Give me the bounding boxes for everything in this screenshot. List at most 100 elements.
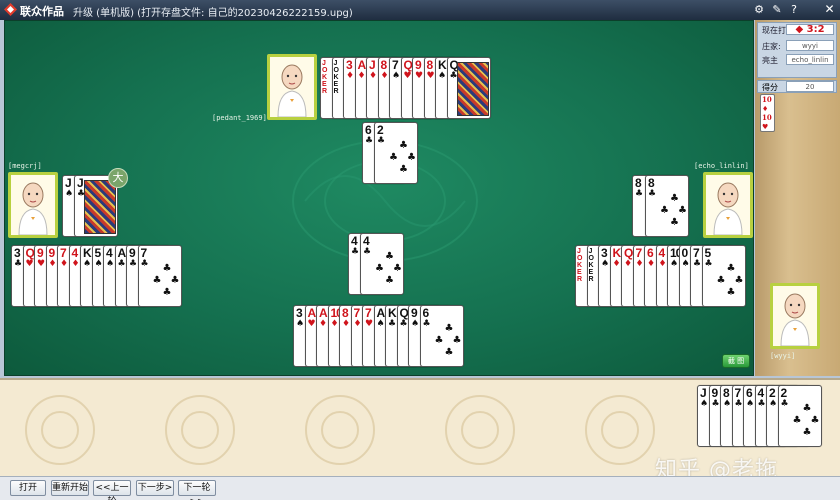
card-rank: 7 [693,246,700,260]
card-rank: 2 [769,386,776,400]
card-suit-icon: ♠ [94,259,103,269]
play-top: 6 ♣ 2 ♣ ♣ ♣ ♣ ♣ [362,122,418,184]
card-rank: 3 [346,58,353,72]
big-badge: 大 [108,168,128,188]
player-name-left: [megcrj] [8,162,42,170]
play-center: 4 ♣ 4 ♣ ♣ ♣ ♣ ♣ [348,233,404,295]
open-button[interactable]: 打开 [10,480,46,496]
card-suit-icon: ♦ [635,259,644,269]
card-suit-icon: ♦ [647,259,656,269]
card-rank: 4 [757,386,765,400]
window-title: 升级 (单机版) (打开存盘文件: 自己的20230426222159.upg) [73,8,353,19]
card-rank: 3 [296,306,303,320]
side-card-suit: ♦ [762,104,769,113]
card-rank: Q [25,246,35,260]
score-value: 20 [786,81,834,92]
card-rank: 4 [351,234,358,248]
card-suit-icon: ♦ [369,71,378,81]
card-rank: 9 [415,58,422,72]
card-suit-icon: ♠ [296,319,305,329]
card-pip-icon: ♣ [444,347,454,358]
hand-left: 3 ♣ Q ♥ 9 ♥ 9 ♦ 7 ♦ 4 ♦ K ♠ 5 ♠ 4 ♠ A ♣ 9 ♣ 7 ♣ ♣ ♣ ♣ ♣ [11,245,182,307]
card-rank: J [65,176,72,190]
card-rank: 3 [14,246,21,260]
card-suit-icon: ♥ [307,319,316,329]
card-pip-icon: ♣ [716,275,726,286]
card-rank: 6 [647,246,654,260]
player-figure-icon [713,182,743,235]
prev-round-button[interactable]: <<上一轮 [93,480,131,500]
game-info-box: 现在打 ◆ 3:2 庄家: wyyi 亮主 echo_linlin [757,22,837,78]
card-rank: 9 [411,306,418,320]
restart-button[interactable]: 重新开始 [51,480,89,496]
side-card-suit: ♥ [762,122,769,131]
card-rank: 4 [106,246,113,260]
app-logo-icon [4,3,17,16]
avatar-right[interactable] [703,172,753,238]
card-rank: 7 [140,246,148,260]
hand-bottom: 3 ♠ A ♥ A ♦ 10 ♦ 8 ♦ 7 ♦ 7 ♥ A ♠ K ♣ Q ♣ 9 ♠ 6 ♣ ♣ ♣ ♣ ♣ [293,305,464,367]
card-rank: J [369,58,376,72]
screenshot-button[interactable]: 截 图 [722,354,750,368]
tools-icon[interactable]: ✎ [770,3,784,17]
card-suit-icon: ♥ [426,71,435,81]
avatar-bottom[interactable] [770,283,820,349]
card-suit-icon: ♣ [363,247,372,257]
help-icon[interactable]: ? [787,3,801,17]
card-pip-icon: ♣ [452,335,462,346]
side-card-rank: 10 [762,113,772,122]
card-suit-icon: ♠ [376,319,385,329]
player-name-right: [echo_linlin] [694,162,749,170]
play-right: 8 ♣ 8 ♣ ♣ ♣ ♣ ♣ [632,175,689,237]
card-pip-icon: ♣ [670,217,679,228]
side-card-rank: 10 [762,95,772,104]
avatar-left[interactable] [8,172,58,238]
card-rank: 9 [48,246,56,260]
close-icon[interactable]: ✕ [823,3,836,16]
card-rank: 4 [71,246,79,260]
playing-card: 8 ♣ ♣ ♣ ♣ ♣ [645,175,689,237]
card-suit-icon: ♣ [422,319,431,329]
card-suit-icon: ♠ [83,259,92,269]
card-pip-icon: ♣ [660,205,669,216]
next-round-button[interactable]: 下一轮>> [178,480,216,500]
playing-card[interactable]: 6 ♣ ♣ ♣ ♣ ♣ [419,305,464,367]
player-figure-icon [277,64,307,117]
card-rank: Q [403,58,413,72]
card-suit-icon: ♦ [357,71,366,81]
settings-icon[interactable]: ⚙ [752,3,766,17]
card-pip-icon: ♣ [399,164,408,175]
next-step-button[interactable]: 下一步> [136,480,174,496]
card-rank: 8 [342,306,349,320]
avatar-top[interactable] [267,54,317,120]
card-rank: J [77,176,84,190]
card-suit-icon: ♠ [392,71,401,81]
dealer-label: 庄家: [762,42,781,51]
card-rank: 8 [380,58,388,72]
playing-card: 2 ♣ ♣ ♣ ♣ ♣ [777,385,822,447]
player-figure-icon [780,293,810,346]
kitty-hand: J ♠ 9 ♣ 8 ♠ 7 ♣ 6 ♠ 4 ♣ 2 ♠ 2 ♣ ♣ ♣ ♣ ♣ [697,385,822,447]
card-pip-icon: ♣ [385,251,394,262]
card-pip-icon: ♣ [802,403,812,414]
player-name-top: [pedant_1969] [212,114,267,122]
card-suit-icon: ♠ [106,259,115,269]
card-suit-icon: ♥ [365,319,374,329]
card-suit-icon: ♣ [780,399,789,409]
card-pip-icon: ♣ [385,275,394,286]
card-rank: 5 [94,246,102,260]
card-pip-icon: ♣ [792,415,802,426]
card-suit-icon: ♣ [365,136,374,146]
card-suit-icon: ♣ [14,259,23,269]
card-suit-icon: ♣ [635,189,644,199]
card-suit-icon: ♠ [723,399,732,409]
dealer-value: wyyi [786,40,834,51]
face-card-art [456,62,489,116]
card-pip-icon: ♣ [375,263,384,274]
face-card-art [84,180,116,234]
card-suit-icon: ♦ [346,71,355,81]
card-rank: J O K E R [577,248,583,283]
card-suit-icon: ♦ [353,319,362,329]
card-suit-icon: ♠ [681,259,690,269]
card-rank: 9 [37,246,44,260]
